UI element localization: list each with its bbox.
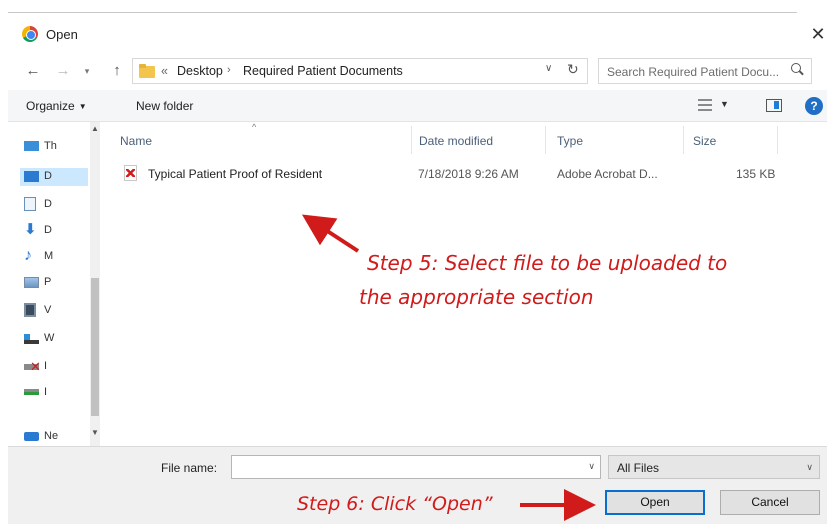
nav-item-network[interactable]: Ne xyxy=(24,428,84,446)
file-name-label: File name: xyxy=(161,461,218,475)
nav-item-label: I xyxy=(44,386,48,398)
title-bar: Open ✕ xyxy=(8,14,827,54)
refresh-icon[interactable]: ↻ xyxy=(567,61,579,78)
column-divider[interactable] xyxy=(777,126,778,154)
organize-button[interactable]: Organize ▼ xyxy=(26,99,87,113)
file-name-input[interactable]: ∨ xyxy=(231,455,601,479)
step5-annotation-line1: Step 5: Select file to be uploaded to xyxy=(367,251,728,275)
close-button[interactable]: ✕ xyxy=(809,22,827,46)
address-row: ← → ▾ ↑ « Desktop › Required Patient Doc… xyxy=(8,54,827,88)
navigation-pane: Th D D ⬇ D ♪ M P V W ✕ I I Ne ▲ ▼ xyxy=(8,122,100,446)
nav-item-label: P xyxy=(44,276,52,288)
preview-pane-icon[interactable] xyxy=(766,99,782,112)
nav-item-label: Ne xyxy=(44,430,59,442)
pdf-icon xyxy=(124,165,137,181)
nav-item-music[interactable]: ♪ M xyxy=(24,248,84,266)
scrollbar-thumb[interactable] xyxy=(91,278,99,416)
nav-item-drive[interactable]: W xyxy=(24,330,84,348)
chevron-down-icon[interactable]: ∨ xyxy=(588,461,595,472)
file-type: Adobe Acrobat D... xyxy=(557,167,658,181)
breadcrumb-required-patient-documents[interactable]: Required Patient Documents xyxy=(243,64,403,78)
step6-annotation: Step 6: Click “Open” xyxy=(297,493,493,515)
computer-icon xyxy=(24,141,39,151)
nav-item-label: I xyxy=(44,360,48,372)
breadcrumb-desktop[interactable]: Desktop xyxy=(177,64,223,78)
sort-ascending-icon: ^ xyxy=(252,122,257,132)
up-button[interactable]: ↑ xyxy=(108,60,126,82)
scroll-up-icon[interactable]: ▲ xyxy=(90,122,100,136)
documents-icon xyxy=(24,197,36,211)
nav-item-this-pc[interactable]: Th xyxy=(24,138,84,156)
help-icon[interactable]: ? xyxy=(805,97,823,115)
nav-item-label: V xyxy=(44,304,52,316)
nav-item-downloads[interactable]: ⬇ D xyxy=(24,222,84,240)
search-input[interactable]: Search Required Patient Docu... xyxy=(598,58,812,84)
address-dropdown-icon[interactable]: ∨ xyxy=(545,63,552,74)
cancel-button[interactable]: Cancel xyxy=(720,490,820,515)
nav-item-label: D xyxy=(44,198,52,210)
organize-label: Organize xyxy=(26,99,75,113)
error-x-icon: ✕ xyxy=(30,359,41,374)
new-folder-button[interactable]: New folder xyxy=(136,99,193,113)
forward-button[interactable]: → xyxy=(54,60,72,82)
file-size: 135 KB xyxy=(736,167,776,181)
nav-item-network-drive[interactable]: I xyxy=(24,384,84,402)
step5-annotation-line2: the appropriate section xyxy=(359,285,594,309)
change-view-icon[interactable] xyxy=(698,99,712,111)
open-button[interactable]: Open xyxy=(605,490,705,515)
chevron-down-icon: ∨ xyxy=(806,462,813,472)
nav-item-label: Th xyxy=(44,140,57,152)
nav-item-desktop[interactable]: D xyxy=(20,168,88,186)
pictures-icon xyxy=(24,277,39,288)
column-divider[interactable] xyxy=(411,126,412,154)
file-date-modified: 7/18/2018 9:26 AM xyxy=(418,167,519,181)
column-date-modified[interactable]: Date modified xyxy=(419,134,493,148)
nav-item-documents[interactable]: D xyxy=(24,196,84,214)
nav-item-disconnected-drive[interactable]: ✕ I xyxy=(24,358,84,376)
nav-item-label: D xyxy=(44,170,52,182)
breadcrumb-overflow[interactable]: « xyxy=(161,64,168,78)
file-list: ^ Name Date modified Type Size Typical P… xyxy=(100,122,827,446)
network-drive-icon xyxy=(24,389,39,395)
search-icon xyxy=(791,63,805,77)
window-title: Open xyxy=(46,27,78,42)
file-row[interactable]: Typical Patient Proof of Resident 7/18/2… xyxy=(100,162,827,186)
top-edge xyxy=(0,0,827,14)
caret-down-icon: ▼ xyxy=(78,102,87,111)
column-header: ^ Name Date modified Type Size xyxy=(100,122,827,158)
view-options-caret-icon[interactable]: ▼ xyxy=(720,99,729,109)
file-type-filter[interactable]: All Files ∨ xyxy=(608,455,820,479)
drive-icon xyxy=(24,334,39,344)
back-button[interactable]: ← xyxy=(24,60,42,82)
nav-item-label: W xyxy=(44,332,55,344)
network-icon xyxy=(24,432,39,441)
search-placeholder: Search Required Patient Docu... xyxy=(607,65,780,79)
nav-item-videos[interactable]: V xyxy=(24,302,84,320)
toolbar: Organize ▼ New folder ▼ ? xyxy=(8,90,827,122)
downloads-icon: ⬇ xyxy=(24,221,37,238)
nav-scrollbar[interactable]: ▲ ▼ xyxy=(90,122,100,446)
desktop-icon xyxy=(24,171,39,182)
column-divider[interactable] xyxy=(683,126,684,154)
nav-item-label: M xyxy=(44,250,54,262)
column-type[interactable]: Type xyxy=(557,134,583,148)
nav-item-label: D xyxy=(44,224,52,236)
file-type-filter-label: All Files xyxy=(617,461,660,475)
column-divider[interactable] xyxy=(545,126,546,154)
column-size[interactable]: Size xyxy=(693,134,716,148)
music-icon: ♪ xyxy=(24,247,32,264)
column-name[interactable]: Name xyxy=(120,134,152,148)
folder-icon xyxy=(139,63,155,79)
chrome-icon xyxy=(22,26,38,42)
recent-locations-button[interactable]: ▾ xyxy=(78,60,96,82)
nav-item-pictures[interactable]: P xyxy=(24,274,84,292)
breadcrumb[interactable]: « Desktop › Required Patient Documents ∨… xyxy=(132,58,588,84)
chevron-right-icon: › xyxy=(227,64,231,76)
file-name: Typical Patient Proof of Resident xyxy=(148,167,323,181)
videos-icon xyxy=(24,303,36,317)
scroll-down-icon[interactable]: ▼ xyxy=(90,426,100,440)
